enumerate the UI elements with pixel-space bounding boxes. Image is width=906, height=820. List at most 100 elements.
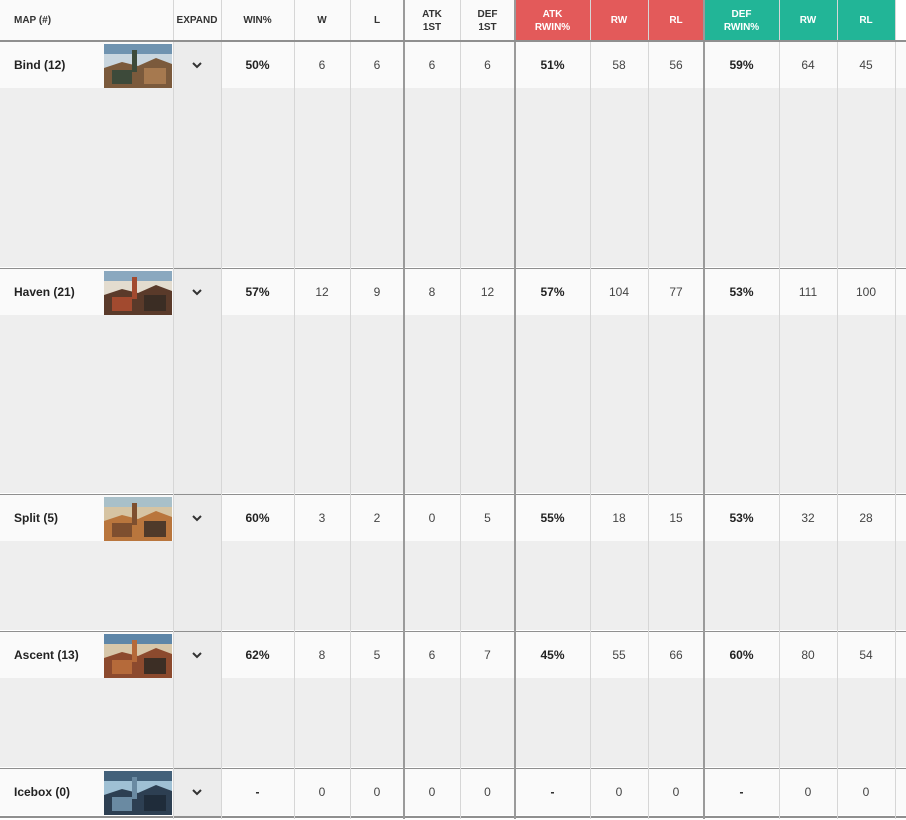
cell-atkrl: 77 <box>669 285 683 299</box>
cell-winpct: 50% <box>245 58 270 72</box>
map-thumbnail <box>104 497 172 541</box>
cell-atkrl: 66 <box>669 648 683 662</box>
cell-atk1st: 6 <box>428 58 436 72</box>
header-atkrl[interactable]: RL <box>648 0 704 41</box>
table-header: MAP (#) EXPAND WIN% W L ATK 1ST DEF 1ST ATK RWI… <box>0 0 906 42</box>
header-atk1st[interactable]: ATK 1ST <box>404 0 460 41</box>
map-name: Haven (21) <box>14 285 75 299</box>
row-expanded-area <box>0 315 906 493</box>
cell-atkrw: 104 <box>608 285 630 299</box>
cell-defrl: 100 <box>855 285 877 299</box>
cell-defrw: 64 <box>801 58 815 72</box>
cell-def1st: 12 <box>480 285 495 299</box>
cell-l: 0 <box>373 785 381 799</box>
cell-l: 6 <box>373 58 381 72</box>
table-row: Bind (12) 50% 6 6 6 6 51% 58 56 59% 64 45 <box>0 42 906 270</box>
cell-defrl: 28 <box>859 511 873 525</box>
cell-atkrwin: - <box>550 785 555 799</box>
cell-w: 12 <box>315 285 329 299</box>
cell-winpct: - <box>255 785 260 799</box>
map-thumbnail <box>104 771 172 815</box>
cell-defrw: 111 <box>798 285 818 299</box>
header-defrw[interactable]: RW <box>779 0 837 41</box>
header-w[interactable]: W <box>294 0 350 41</box>
cell-defrw: 80 <box>801 648 815 662</box>
row-expanded-area <box>0 541 906 630</box>
cell-def1st: 0 <box>484 785 491 799</box>
map-name: Ascent (13) <box>14 648 79 662</box>
table-row: Haven (21) 57% 12 9 8 12 57% 104 77 53% 111 100 <box>0 269 906 496</box>
column-divider <box>590 0 591 819</box>
cell-winpct: 60% <box>245 511 270 525</box>
cell-atkrwin: 45% <box>540 648 565 662</box>
header-atkrw[interactable]: RW <box>590 0 648 41</box>
cell-defrwin: 60% <box>729 648 754 662</box>
cell-w: 0 <box>318 785 326 799</box>
row-divider <box>0 816 906 818</box>
cell-atk1st: 0 <box>428 511 436 525</box>
cell-l: 2 <box>373 511 381 525</box>
table-row: Split (5) 60% 3 2 0 5 55% 18 15 53% 32 28 <box>0 495 906 633</box>
header-defrl[interactable]: RL <box>837 0 895 41</box>
map-name: Bind (12) <box>14 58 66 72</box>
table-row: Icebox (0) - 0 0 0 0 - 0 0 - 0 0 <box>0 769 906 818</box>
cell-atkrw: 18 <box>612 511 626 525</box>
column-divider <box>895 0 896 819</box>
cell-atkrl: 0 <box>672 785 680 799</box>
map-stats-table: MAP (#) EXPAND WIN% W L ATK 1ST DEF 1ST ATK RWI… <box>0 0 906 819</box>
cell-atk1st: 6 <box>428 648 436 662</box>
cell-atk1st: 0 <box>428 785 436 799</box>
cell-defrwin: 53% <box>729 511 754 525</box>
cell-def1st: 7 <box>484 648 491 662</box>
chevron-down-icon[interactable] <box>173 495 221 541</box>
chevron-down-icon[interactable] <box>173 269 221 315</box>
cell-atkrw: 55 <box>612 648 626 662</box>
header-map[interactable]: MAP (#) <box>0 0 173 41</box>
cell-defrw: 32 <box>801 511 815 525</box>
header-defrwin[interactable]: DEF RWIN% <box>704 0 779 41</box>
cell-def1st: 5 <box>484 511 491 525</box>
map-name: Split (5) <box>14 511 58 525</box>
map-thumbnail <box>104 44 172 88</box>
column-divider <box>294 0 295 819</box>
cell-atkrwin: 51% <box>540 58 565 72</box>
cell-atkrwin: 55% <box>540 511 565 525</box>
header-winpct[interactable]: WIN% <box>221 0 294 41</box>
cell-l: 9 <box>373 285 381 299</box>
column-divider <box>173 0 174 819</box>
map-thumbnail <box>104 634 172 678</box>
column-divider <box>514 0 516 819</box>
cell-defrw: 0 <box>804 785 812 799</box>
column-divider <box>779 0 780 819</box>
row-expanded-area <box>0 678 906 767</box>
cell-l: 5 <box>373 648 381 662</box>
chevron-down-icon[interactable] <box>173 632 221 678</box>
cell-atkrl: 56 <box>669 58 683 72</box>
column-divider <box>837 0 838 819</box>
cell-atkrl: 15 <box>669 511 683 525</box>
cell-winpct: 62% <box>245 648 270 662</box>
header-def1st[interactable]: DEF 1ST <box>460 0 515 41</box>
cell-defrl: 54 <box>859 648 873 662</box>
column-divider <box>648 0 649 819</box>
chevron-down-icon[interactable] <box>173 769 221 815</box>
cell-w: 3 <box>318 511 326 525</box>
cell-atk1st: 8 <box>428 285 436 299</box>
header-atkrwin[interactable]: ATK RWIN% <box>515 0 590 41</box>
header-l[interactable]: L <box>350 0 404 41</box>
cell-atkrwin: 57% <box>540 285 565 299</box>
cell-w: 6 <box>318 58 326 72</box>
column-divider <box>403 0 405 819</box>
chevron-down-icon[interactable] <box>173 42 221 88</box>
cell-w: 8 <box>318 648 326 662</box>
column-divider <box>221 0 222 819</box>
cell-defrwin: 53% <box>729 285 754 299</box>
cell-atkrw: 58 <box>612 58 626 72</box>
cell-def1st: 6 <box>484 58 491 72</box>
column-divider <box>350 0 351 819</box>
cell-atkrw: 0 <box>615 785 623 799</box>
column-divider <box>703 0 705 819</box>
cell-defrwin: 59% <box>729 58 754 72</box>
header-expand: EXPAND <box>173 0 221 41</box>
cell-defrl: 0 <box>862 785 870 799</box>
